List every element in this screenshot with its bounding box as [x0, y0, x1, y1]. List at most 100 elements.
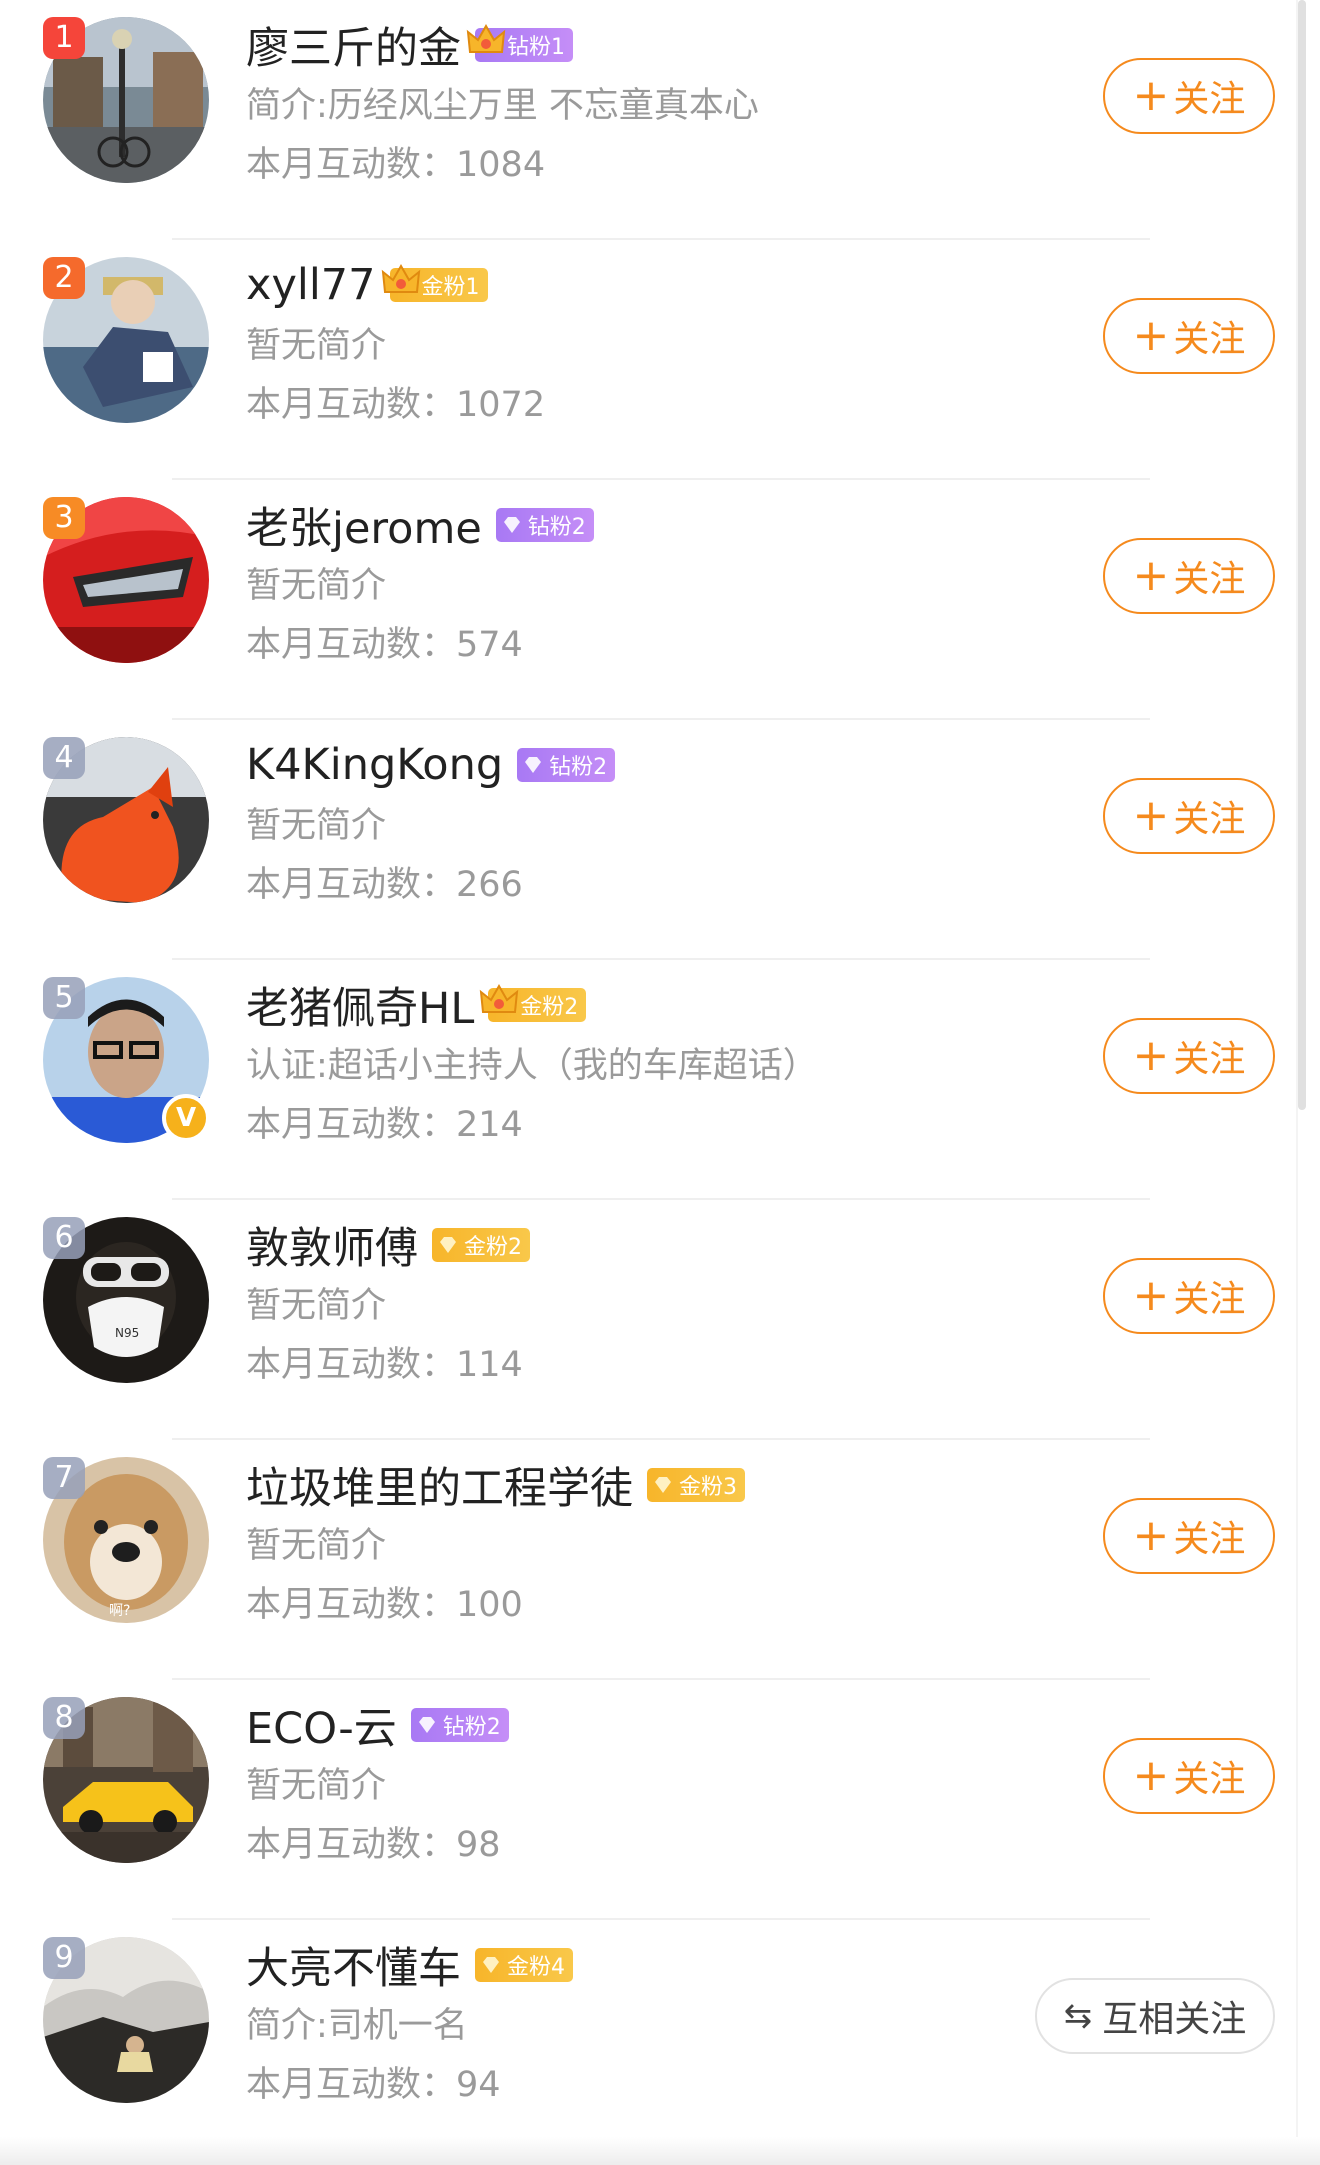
follow-button-label: 关注: [1173, 559, 1246, 600]
interaction-count-label: 本月互动数：: [246, 1345, 457, 1385]
plus-icon: +: [1132, 1750, 1170, 1801]
list-item[interactable]: 8 ECO-云 钻粉2 暂无简介 本月互动数：98 + 关注: [0, 1680, 1300, 1920]
diamond-icon: [525, 757, 542, 773]
user-name[interactable]: 老猪佩奇HL: [246, 974, 474, 1036]
user-name[interactable]: 敦敦师傅: [246, 1214, 418, 1276]
interaction-count-label: 本月互动数：: [246, 865, 457, 905]
list-item[interactable]: 啊? 7 垃圾堆里的工程学徒 金粉3 暂无简介 本月互动数：100 + 关注: [0, 1440, 1300, 1680]
interaction-count: 1084: [456, 145, 546, 185]
user-name[interactable]: ECO-云: [246, 1694, 397, 1756]
interaction-count-label: 本月互动数：: [246, 625, 457, 665]
verified-badge: V: [162, 1094, 210, 1142]
gold-gem-icon: [655, 1477, 671, 1493]
plus-icon: +: [1132, 1270, 1170, 1321]
user-name[interactable]: 廖三斤的金: [246, 14, 461, 76]
follow-button-label: 关注: [1173, 79, 1246, 120]
user-bio: 简介:历经风尘万里 不忘童真本心: [246, 86, 759, 126]
list-item[interactable]: 2 xyll77 金粉1 暂无简介 本月互动数：1072 + 关注: [0, 240, 1300, 480]
user-name[interactable]: 老张jerome: [246, 494, 482, 556]
user-bio: 暂无简介: [246, 1286, 387, 1326]
rank-badge: 8: [43, 1697, 85, 1739]
fan-level-badge: 钻粉2: [517, 748, 616, 782]
interaction-count: 114: [456, 1345, 523, 1385]
user-bio: 暂无简介: [246, 326, 387, 366]
fan-level-label: 金粉2: [520, 995, 579, 1020]
follow-button-label: 关注: [1173, 1279, 1246, 1320]
user-bio: 暂无简介: [246, 806, 387, 846]
interaction-count-label: 本月互动数：: [246, 385, 457, 425]
gold-gem-icon: [440, 1237, 456, 1253]
rank-badge: 5: [43, 977, 85, 1019]
interaction-count-label: 本月互动数：: [246, 1105, 457, 1145]
gold-gem-icon: [483, 1957, 499, 1973]
mutual-follow-button[interactable]: ⇆ 互相关注: [1035, 1978, 1275, 2054]
interaction-count: 214: [456, 1105, 523, 1145]
fan-level-label: 金粉2: [464, 1235, 522, 1260]
rank-badge: 3: [43, 497, 85, 539]
list-item[interactable]: 9 大亮不懂车 金粉4 简介:司机一名 本月互动数：94 ⇆ 互相关注: [0, 1920, 1300, 2160]
interaction-count-label: 本月互动数：: [246, 1585, 457, 1625]
follow-button-label: 关注: [1173, 1519, 1246, 1560]
user-bio: 简介:司机一名: [246, 2006, 468, 2046]
interaction-count-label: 本月互动数：: [246, 145, 457, 185]
plus-icon: +: [1132, 1030, 1170, 1081]
list-item[interactable]: 5 V 老猪佩奇HL 金粉2 认证:超话小主持人（我的车库超话） 本月互动数：2…: [0, 960, 1300, 1200]
plus-icon: +: [1132, 310, 1170, 361]
rank-badge: 9: [43, 1937, 85, 1979]
diamond-icon: [503, 517, 520, 533]
fan-level-badge: 金粉4: [475, 1948, 573, 1982]
crown-icon: [381, 263, 420, 293]
plus-icon: +: [1132, 790, 1170, 841]
list-item[interactable]: 1 廖三斤的金 钻粉1 简介:历经风尘万里 不忘童真本心 本月互动数：1084 …: [0, 0, 1300, 240]
interaction-count: 1072: [456, 385, 546, 425]
fan-level-badge: 钻粉2: [410, 1708, 509, 1742]
follow-button[interactable]: + 关注: [1103, 58, 1275, 134]
fan-ranking-list: 1 廖三斤的金 钻粉1 简介:历经风尘万里 不忘童真本心 本月互动数：1084 …: [0, 0, 1300, 2160]
list-item[interactable]: 4 K4KingKong 钻粉2 暂无简介 本月互动数：266 + 关注: [0, 720, 1300, 960]
rank-badge: 7: [43, 1457, 85, 1499]
fan-level-badge: 钻粉2: [495, 508, 594, 542]
user-name[interactable]: xyll77: [246, 260, 376, 310]
user-name[interactable]: 垃圾堆里的工程学徒: [246, 1454, 633, 1516]
fan-level-badge: 金粉2: [432, 1228, 530, 1262]
fan-level-label: 钻粉2: [549, 755, 608, 780]
fan-level-label: 金粉4: [507, 1955, 565, 1980]
interaction-count: 94: [456, 2065, 501, 2105]
follow-button[interactable]: + 关注: [1103, 1258, 1275, 1334]
user-bio: 暂无简介: [246, 1526, 387, 1566]
fan-level-badge: 金粉1: [381, 263, 488, 302]
user-bio: 暂无简介: [246, 1766, 387, 1806]
crown-icon: [466, 23, 506, 53]
rank-badge: 1: [43, 17, 85, 59]
interaction-count: 266: [456, 865, 523, 905]
follow-button[interactable]: + 关注: [1103, 1738, 1275, 1814]
interaction-count-label: 本月互动数：: [246, 1825, 457, 1865]
follow-button[interactable]: + 关注: [1103, 298, 1275, 374]
user-name[interactable]: K4KingKong: [246, 740, 503, 790]
fan-level-badge: 金粉2: [480, 983, 587, 1022]
interaction-count: 100: [456, 1585, 523, 1625]
rank-badge: 6: [43, 1217, 85, 1259]
fan-level-label: 钻粉2: [442, 1715, 501, 1740]
user-name[interactable]: 大亮不懂车: [246, 1934, 461, 1996]
follow-button[interactable]: + 关注: [1103, 1018, 1275, 1094]
list-item[interactable]: N95 6 敦敦师傅 金粉2 暂无简介 本月互动数：114 + 关注: [0, 1200, 1300, 1440]
fan-level-label: 金粉1: [421, 275, 480, 300]
follow-button[interactable]: + 关注: [1103, 778, 1275, 854]
interaction-count-label: 本月互动数：: [246, 2065, 457, 2105]
follow-button[interactable]: + 关注: [1103, 538, 1275, 614]
fan-level-label: 钻粉1: [507, 35, 565, 60]
follow-button-label: 关注: [1173, 1759, 1246, 1800]
rank-badge: 2: [43, 257, 85, 299]
mutual-follow-label: 互相关注: [1102, 1999, 1247, 2040]
follow-button-label: 关注: [1173, 1039, 1246, 1080]
follow-button[interactable]: + 关注: [1103, 1498, 1275, 1574]
plus-icon: +: [1132, 1510, 1170, 1561]
rank-badge: 4: [43, 737, 85, 779]
interaction-count: 98: [456, 1825, 501, 1865]
fan-level-label: 钻粉2: [527, 515, 586, 540]
list-item[interactable]: 3 老张jerome 钻粉2 暂无简介 本月互动数：574 + 关注: [0, 480, 1300, 720]
crown-icon: [480, 983, 519, 1013]
diamond-icon: [418, 1717, 435, 1733]
fan-level-badge: 钻粉1: [466, 23, 573, 62]
